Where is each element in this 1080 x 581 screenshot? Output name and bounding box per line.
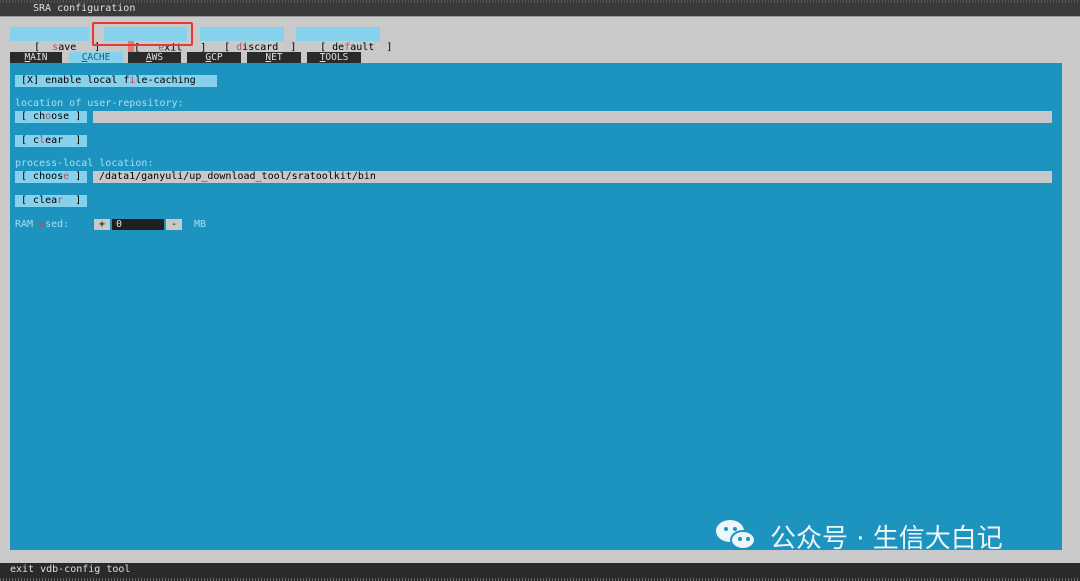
ram-unit-label: MB — [194, 219, 207, 230]
tab-aws[interactable]: AWS — [128, 52, 181, 63]
watermark: 公众号 · 生信大白记 — [714, 518, 1003, 554]
default-button[interactable]: [ default ] — [296, 27, 392, 53]
window-title: SRA configuration — [0, 0, 1080, 17]
ram-decrease-button[interactable]: - — [166, 219, 182, 230]
enable-caching-checkbox[interactable]: [X] enable local file-caching — [15, 75, 217, 87]
tab-gcp[interactable]: GCP — [187, 52, 241, 63]
process-local-label: process-local location: — [15, 158, 154, 169]
tab-main[interactable]: MAIN — [10, 52, 62, 63]
choose-user-repo-button[interactable]: [ choose ] — [15, 111, 87, 123]
discard-button[interactable]: [ discard ] — [200, 27, 296, 53]
tab-net[interactable]: NET — [247, 52, 301, 63]
ram-value-field[interactable]: 0 — [112, 219, 164, 230]
cache-panel: [X] enable local file-caching location o… — [10, 63, 1062, 550]
clear-process-local-button[interactable]: [ clear ] — [15, 195, 87, 207]
tab-tools[interactable]: TOOLS — [307, 52, 361, 63]
clear-user-repo-button[interactable]: [ clear ] — [15, 135, 87, 147]
process-local-field[interactable]: /data1/ganyuli/up_download_tool/sratoolk… — [93, 171, 1052, 183]
choose-process-local-button[interactable]: [ choose ] — [15, 171, 87, 183]
ram-increase-button[interactable]: + — [94, 219, 110, 230]
status-bar: exit vdb-config tool — [0, 563, 1080, 581]
watermark-text: 公众号 · 生信大白记 — [770, 523, 1003, 554]
tab-cache[interactable]: CACHE — [69, 52, 123, 63]
terminal-window: SRA configuration [ save ] [ exit ] [ di… — [0, 0, 1080, 581]
save-button[interactable]: [ save ] — [10, 27, 100, 53]
ram-used-label: RAM used: — [15, 219, 70, 230]
user-repo-label: location of user-repository: — [15, 98, 184, 109]
wechat-icon — [714, 518, 760, 554]
user-repo-field[interactable] — [93, 111, 1052, 123]
exit-highlight-box — [92, 22, 193, 46]
